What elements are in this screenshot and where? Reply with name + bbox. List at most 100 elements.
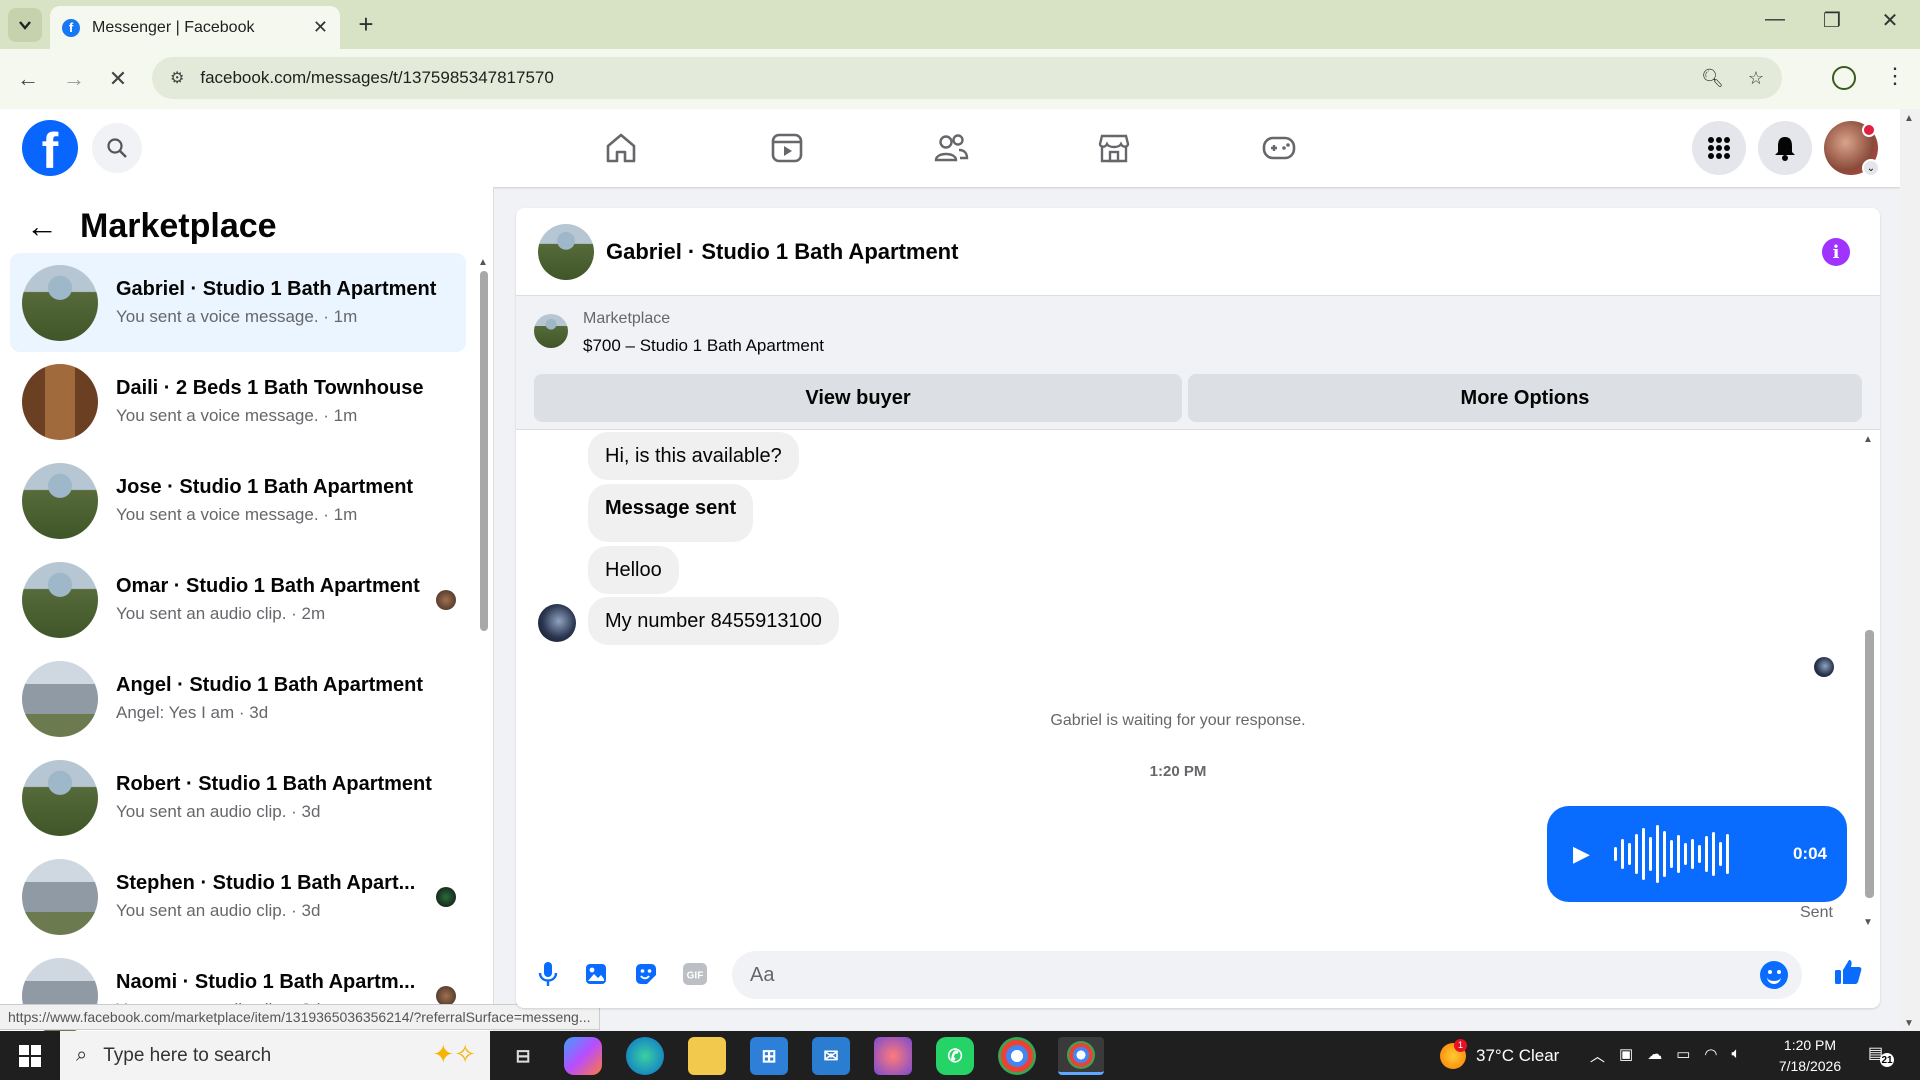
battery-icon[interactable]: ▭ (1676, 1045, 1690, 1066)
sent-status: Sent (1800, 904, 1833, 921)
site-info-icon[interactable]: ⚙ (170, 68, 184, 88)
account-avatar[interactable]: ⌄ (1824, 121, 1880, 177)
nav-marketplace[interactable] (1089, 123, 1139, 173)
onedrive-icon[interactable]: ☁ (1647, 1045, 1662, 1066)
forward-button[interactable]: → (58, 63, 90, 95)
nav-video[interactable] (762, 123, 812, 173)
whatsapp-icon[interactable]: ✆ (936, 1037, 974, 1075)
taskbar-search[interactable]: ⌕ Type here to search ✦✧ (60, 1031, 490, 1080)
microphone-icon[interactable] (534, 960, 562, 988)
chevron-down-icon: ⌄ (1862, 159, 1880, 177)
conversation-item[interactable]: Jose · Studio 1 Bath Apartment You sent … (10, 451, 466, 550)
restore-button[interactable]: ❐ (1812, 8, 1852, 33)
conversation-snippet: You sent an audio clip. · 3d (116, 901, 321, 920)
start-button[interactable] (0, 1031, 60, 1080)
conversation-item[interactable]: Angel · Studio 1 Bath Apartment Angel: Y… (10, 649, 466, 748)
meet-now-icon[interactable]: ▣ (1619, 1045, 1633, 1066)
nav-home[interactable] (596, 123, 646, 173)
conversation-item[interactable]: Robert · Studio 1 Bath Apartment You sen… (10, 748, 466, 847)
scroll-up-arrow-icon[interactable]: ▲ (478, 257, 488, 268)
browser-toolbar: ← → ✕ ⚙ facebook.com/messages/t/13759853… (0, 49, 1920, 109)
minimize-button[interactable]: — (1755, 8, 1795, 31)
conversation-name: Naomi · Studio 1 Bath Apartm... (116, 971, 416, 993)
system-clock[interactable]: 1:20 PM 7/18/2026 (1760, 1035, 1860, 1077)
sidebar-scrollbar[interactable]: ▲ (478, 257, 490, 817)
conversation-item[interactable]: Gabriel · Studio 1 Bath Apartment You se… (10, 253, 466, 352)
scroll-up-arrow-icon[interactable]: ▲ (1863, 434, 1873, 445)
close-window-button[interactable]: ✕ (1870, 8, 1910, 33)
info-icon[interactable]: i (1822, 238, 1850, 266)
conversation-snippet: You sent a voice message. · 1m (116, 307, 358, 326)
volume-icon[interactable]: 🔈︎ (1731, 1045, 1740, 1066)
browser-tab-messenger[interactable]: f Messenger | Facebook ✕ (50, 6, 340, 49)
notifications-button[interactable] (1758, 121, 1812, 175)
sticker-icon[interactable] (632, 960, 660, 988)
task-view-icon[interactable]: ⊟ (504, 1037, 542, 1075)
edge-icon[interactable] (626, 1037, 664, 1075)
gif-icon[interactable]: GIF (681, 960, 709, 988)
tab-search-button[interactable] (8, 8, 42, 42)
message-bubble[interactable]: My number 8455913100 (588, 597, 839, 645)
play-icon[interactable]: ▶ (1573, 841, 1590, 867)
paint-icon[interactable] (874, 1037, 912, 1075)
scrollbar-thumb[interactable] (1865, 630, 1874, 898)
mail-icon[interactable]: ✉ (812, 1037, 850, 1075)
microsoft-store-icon[interactable]: ⊞ (750, 1037, 788, 1075)
wifi-icon[interactable]: ◠ (1704, 1045, 1717, 1066)
chat-title[interactable]: Gabriel · Studio 1 Bath Apartment (606, 239, 958, 265)
scroll-down-arrow-icon[interactable]: ▼ (1904, 1018, 1914, 1029)
address-bar[interactable]: ⚙ facebook.com/messages/t/13759853478175… (152, 57, 1782, 99)
browser-profile-icon[interactable] (1832, 66, 1856, 90)
listing-thumbnail (22, 660, 98, 737)
weather-widget[interactable]: 1 37°C Clear (1440, 1031, 1559, 1080)
stop-loading-button[interactable]: ✕ (102, 63, 134, 95)
copilot-icon[interactable] (564, 1037, 602, 1075)
emoji-icon[interactable] (1760, 961, 1788, 989)
back-arrow-icon[interactable]: ← (26, 208, 58, 245)
back-button[interactable]: ← (12, 63, 44, 95)
chrome-profile-icon[interactable] (998, 1037, 1036, 1075)
facebook-search-button[interactable] (92, 123, 142, 173)
chat-scrollbar[interactable]: ▲ ▼ (1862, 434, 1876, 928)
notification-dot (1862, 123, 1876, 137)
listing-thumbnail[interactable] (534, 314, 568, 348)
nav-gaming[interactable] (1254, 123, 1304, 173)
conversation-item[interactable]: Stephen · Studio 1 Bath Apart... You sen… (10, 847, 466, 946)
browser-menu-icon[interactable]: ⋮ (1884, 63, 1906, 89)
scroll-up-arrow-icon[interactable]: ▲ (1904, 113, 1914, 124)
waiting-notice: Gabriel is waiting for your response. (1050, 712, 1306, 729)
thumbs-up-icon[interactable] (1832, 956, 1864, 988)
message-bubble[interactable]: Message sent (588, 484, 754, 542)
message-input[interactable]: Aa (732, 951, 1802, 999)
bell-icon (1775, 137, 1795, 161)
facebook-logo[interactable]: f (22, 120, 78, 176)
more-options-button[interactable]: More Options (1188, 374, 1862, 422)
listing-title[interactable]: $700 – Studio 1 Bath Apartment (583, 336, 824, 356)
view-buyer-button[interactable]: View buyer (534, 374, 1182, 422)
scrollbar-thumb[interactable] (480, 271, 488, 631)
chat-avatar[interactable] (538, 223, 594, 280)
new-tab-button[interactable]: + (352, 9, 380, 39)
chrome-active-icon[interactable] (1058, 1037, 1104, 1075)
photo-icon[interactable] (582, 960, 610, 988)
voice-message-bubble[interactable]: ▶ 0:04 (1547, 806, 1847, 902)
link-preview-status: https://www.facebook.com/marketplace/ite… (0, 1004, 600, 1030)
nav-friends[interactable] (926, 123, 976, 173)
scroll-down-arrow-icon[interactable]: ▼ (1863, 917, 1873, 928)
menu-button[interactable] (1692, 121, 1746, 175)
sender-avatar[interactable] (538, 604, 576, 642)
read-receipt-avatar (436, 887, 456, 907)
notification-center-icon[interactable]: ▤ 21 (1868, 1043, 1894, 1067)
message-bubble[interactable]: Hi, is this available? (588, 432, 799, 480)
bookmark-star-icon[interactable]: ☆ (1748, 68, 1764, 89)
file-explorer-icon[interactable] (688, 1037, 726, 1075)
conversation-item[interactable]: Daili · 2 Beds 1 Bath Townhouse You sent… (10, 352, 466, 451)
chevron-up-icon[interactable]: ︿ (1590, 1045, 1605, 1066)
conversation-item[interactable]: Omar · Studio 1 Bath Apartment You sent … (10, 550, 466, 649)
search-icon: ⌕ (76, 1044, 88, 1066)
zoom-icon[interactable]: 🔍︎ (1701, 68, 1724, 89)
page-scrollbar[interactable]: ▲ ▼ (1900, 109, 1920, 1031)
tab-close-icon[interactable]: ✕ (313, 17, 328, 38)
home-icon (606, 133, 636, 163)
message-bubble[interactable]: Helloo (588, 546, 679, 594)
